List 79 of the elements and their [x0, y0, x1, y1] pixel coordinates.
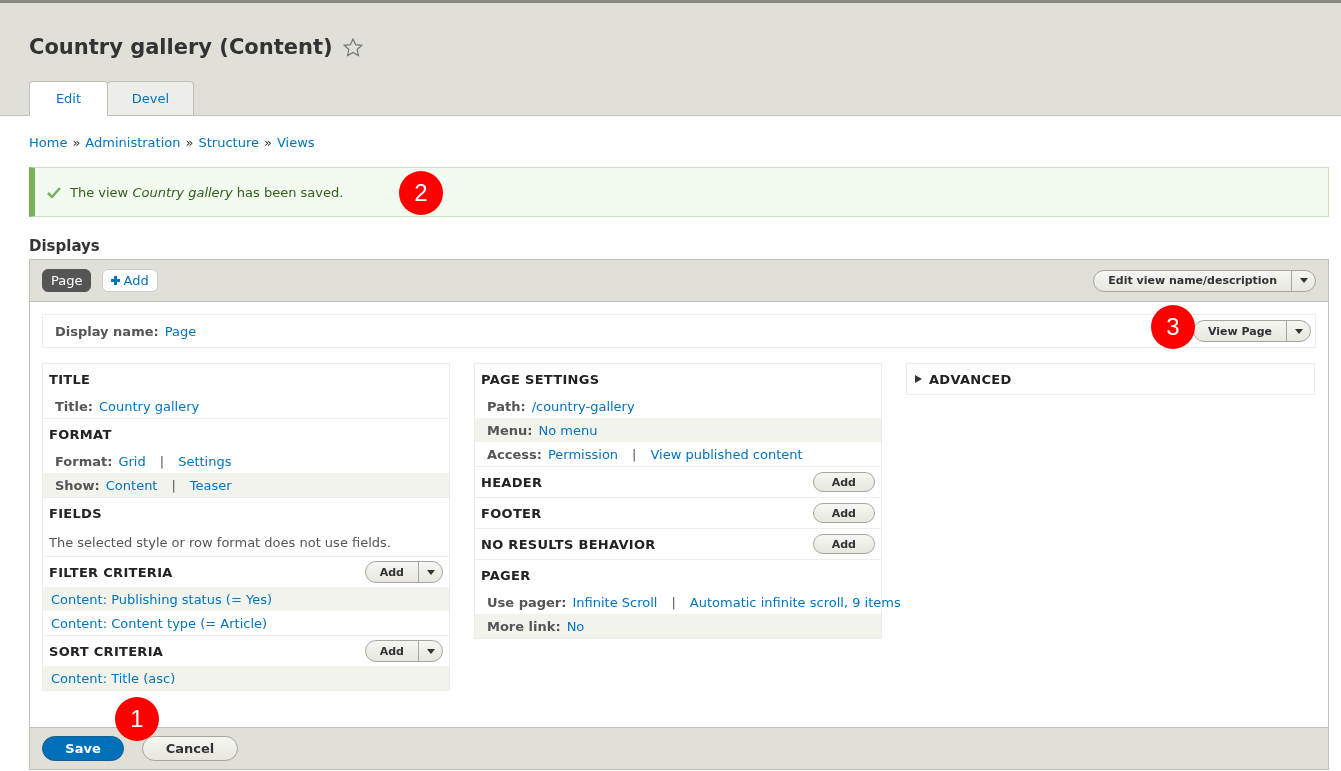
setting-label: Title: [55, 398, 93, 414]
section-title: PAGE SETTINGS [481, 371, 600, 387]
setting-link[interactable]: Settings [178, 453, 232, 469]
tab[interactable]: Devel [107, 81, 194, 116]
page-title: Country gallery (Content) [29, 35, 333, 59]
section-title: HEADER [481, 474, 543, 490]
callout-number: 1 [115, 697, 159, 741]
caret-icon [426, 648, 435, 654]
advanced-panel[interactable]: ADVANCED [906, 363, 1315, 395]
setting-link[interactable]: Automatic infinite scroll, 9 items [689, 594, 901, 610]
breadcrumb-separator: » [263, 135, 272, 150]
setting-label: Access: [487, 446, 542, 462]
setting-link[interactable]: Country gallery [99, 398, 200, 414]
display-name-label: Display name: [55, 323, 159, 339]
link-separator: | [671, 594, 676, 610]
add-button[interactable]: Add [365, 562, 418, 582]
section-title: FIELDS [49, 505, 102, 521]
section-title: FOOTER [481, 505, 542, 521]
setting-link[interactable]: Content: Title (asc) [51, 670, 176, 686]
setting-link[interactable]: Content: Publishing status (= Yes) [51, 591, 273, 607]
section-heading: Displays [29, 237, 101, 255]
star-icon[interactable] [342, 37, 363, 57]
setting-link[interactable]: Grid [118, 453, 146, 469]
section-title: FORMAT [49, 426, 112, 442]
setting-link[interactable]: Permission [547, 446, 619, 462]
callout-number: 2 [399, 171, 443, 215]
add-split-button[interactable]: Add [364, 640, 443, 662]
setting-link[interactable]: /country-gallery [531, 398, 635, 414]
setting-label: Use pager: [487, 594, 567, 610]
link-separator: | [159, 453, 165, 469]
view-page-button[interactable]: View Page [1193, 321, 1286, 341]
add-button[interactable]: Add [812, 503, 875, 523]
add-button[interactable]: Add [812, 472, 875, 492]
advanced-title: ADVANCED [929, 371, 1012, 387]
add-button[interactable]: Add [812, 534, 875, 554]
section-title: TITLE [49, 371, 91, 387]
setting-link[interactable]: Content [105, 477, 158, 493]
section-title: PAGER [481, 567, 531, 583]
breadcrumb-link[interactable]: Administration [85, 135, 181, 150]
add-button[interactable]: Add [365, 641, 418, 661]
edit-split-button[interactable]: Edit view name/description [1093, 269, 1316, 292]
caret-icon [426, 569, 435, 575]
tab[interactable]: Edit [29, 81, 108, 116]
caret-icon [1294, 328, 1303, 334]
setting-link[interactable]: No menu [538, 422, 598, 438]
display-name-link[interactable]: Page [164, 323, 197, 339]
setting-label: Path: [487, 398, 526, 414]
section-title: NO RESULTS BEHAVIOR [481, 536, 656, 552]
edit-view-button[interactable]: Edit view name/description [1094, 270, 1291, 291]
setting-link[interactable]: View published content [650, 446, 803, 462]
setting-label: Format: [55, 453, 113, 469]
setting-label: Show: [55, 477, 100, 493]
setting-label: More link: [487, 618, 561, 634]
setting-label: Menu: [487, 422, 533, 438]
message-text: The view Country gallery has been saved. [70, 184, 344, 200]
breadcrumb-link[interactable]: Structure [198, 135, 259, 150]
checkmark-icon [47, 186, 61, 198]
caret-icon [1299, 278, 1308, 283]
section-note: The selected style or row format does not use fields. [48, 533, 392, 552]
link-separator: | [632, 446, 637, 462]
setting-link[interactable]: Content: Content type (= Article) [51, 615, 268, 631]
breadcrumb-link[interactable]: Views [276, 135, 315, 150]
save-button[interactable]: Save [42, 736, 124, 761]
breadcrumb-link[interactable]: Home [29, 135, 68, 150]
display-tab[interactable]: Page [42, 269, 92, 292]
cancel-button[interactable]: Cancel [142, 736, 238, 761]
view-page-split-button[interactable]: View Page [1192, 320, 1311, 342]
setting-link[interactable]: No [566, 618, 585, 634]
plus-icon [111, 276, 121, 285]
section-title: FILTER CRITERIA [49, 564, 173, 580]
link-separator: | [171, 477, 176, 493]
breadcrumb-separator: » [72, 135, 81, 150]
section-title: SORT CRITERIA [49, 643, 164, 659]
add-split-button[interactable]: Add [364, 561, 443, 583]
add-display-button[interactable]: Add [102, 269, 158, 292]
setting-link[interactable]: Teaser [189, 477, 232, 493]
breadcrumb-separator: » [185, 135, 194, 150]
callout-number: 3 [1151, 305, 1195, 349]
setting-link[interactable]: Infinite Scroll [572, 594, 658, 610]
